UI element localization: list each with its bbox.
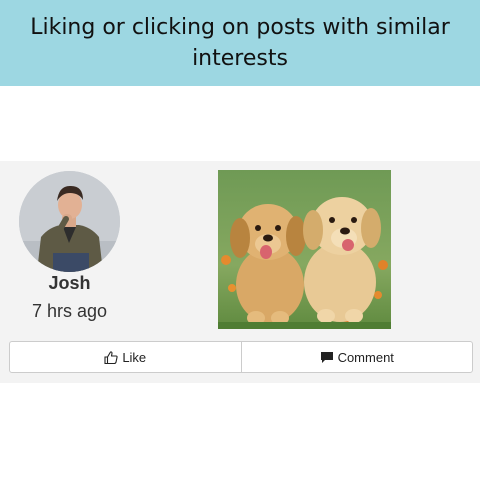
banner-title: Liking or clicking on posts with similar… <box>30 15 450 71</box>
like-label: Like <box>122 349 147 365</box>
comment-label: Comment <box>337 349 394 365</box>
puppies-photo[interactable] <box>218 170 391 329</box>
post-timestamp: 7 hrs ago <box>31 301 108 321</box>
post-card: Josh 7 hrs ago Like Comment <box>0 161 480 383</box>
user-avatar[interactable] <box>19 171 120 272</box>
post-actions: Like Comment <box>9 341 473 373</box>
thumbs-up-icon <box>104 350 118 364</box>
username[interactable]: Josh <box>0 273 139 294</box>
instruction-banner: Liking or clicking on posts with similar… <box>0 0 480 86</box>
comment-button[interactable]: Comment <box>240 342 473 372</box>
comment-icon <box>320 351 334 364</box>
like-button[interactable]: Like <box>10 342 241 372</box>
